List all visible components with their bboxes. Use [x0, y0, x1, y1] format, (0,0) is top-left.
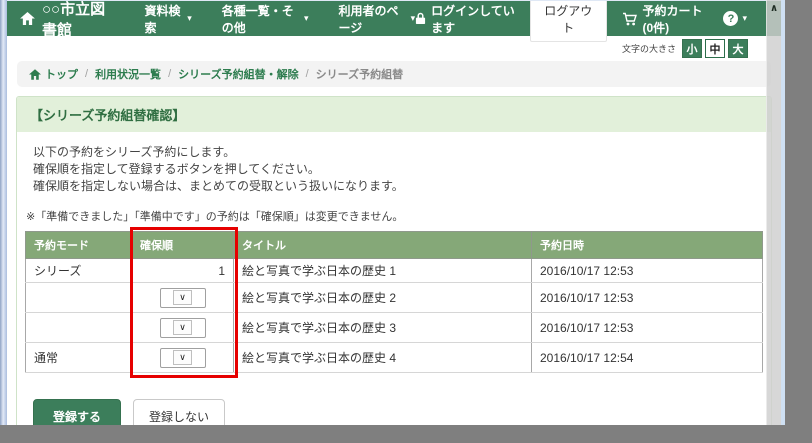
site-title: ○○市立図書館: [42, 0, 118, 40]
site-home-link[interactable]: ○○市立図書館: [20, 0, 118, 40]
cancel-button[interactable]: 登録しない: [133, 399, 225, 425]
datetime-cell: 2016/10/17 12:53: [532, 259, 763, 283]
column-header: 予約モード: [26, 232, 132, 259]
cart-icon: [622, 12, 638, 26]
chevron-down-icon: ∨: [173, 320, 192, 335]
breadcrumb-current: シリーズ予約組替: [316, 66, 403, 82]
help-button[interactable]: ? ▾: [723, 11, 747, 26]
note-text: ※「準備できました」「準備中です」の予約は「確保順」は変更できません。: [26, 208, 763, 224]
table-header-row: 予約モード確保順タイトル予約日時: [26, 232, 763, 259]
text-size-button-中[interactable]: 中: [705, 39, 725, 58]
reservation-table-wrap: 予約モード確保順タイトル予約日時 シリーズ1絵と写真で学ぶ日本の歴史 12016…: [25, 231, 763, 373]
order-cell: ∨: [132, 343, 234, 373]
footer-buttons: 登録する 登録しない: [33, 399, 763, 425]
breadcrumb-link-label: トップ: [45, 66, 78, 82]
nav-menu: 資料検索 ▾ 各種一覧・その他 ▾ 利用者のページ▾: [144, 2, 415, 36]
breadcrumb-link-1[interactable]: トップ: [29, 66, 78, 82]
order-select[interactable]: ∨: [160, 348, 206, 368]
breadcrumb-separator: /: [306, 68, 309, 80]
title-cell: 絵と写真で学ぶ日本の歴史 1: [234, 259, 532, 283]
chevron-down-icon: ▾: [304, 14, 309, 23]
order-select[interactable]: ∨: [160, 318, 206, 338]
breadcrumb-link-3[interactable]: シリーズ予約組替・解除: [178, 66, 298, 82]
order-cell: ∨: [132, 283, 234, 313]
nav-menu-item-2[interactable]: 各種一覧・その他 ▾: [222, 2, 309, 36]
scroll-up-button[interactable]: ∧: [767, 0, 781, 17]
order-value: 1: [140, 264, 225, 278]
home-icon: [29, 69, 41, 80]
login-status: ログインしています: [415, 2, 515, 36]
chevron-up-icon: ∧: [770, 3, 778, 14]
lock-icon: [415, 12, 426, 25]
chevron-down-icon: ▾: [742, 14, 747, 23]
cart-label: 予約カート(0件): [643, 2, 709, 36]
reservation-table: 予約モード確保順タイトル予約日時 シリーズ1絵と写真で学ぶ日本の歴史 12016…: [25, 231, 763, 373]
instruction-line: 以下の予約をシリーズ予約にします。: [33, 144, 763, 161]
table-body: シリーズ1絵と写真で学ぶ日本の歴史 12016/10/17 12:53∨絵と写真…: [26, 259, 763, 373]
top-nav: ○○市立図書館 資料検索▾各種一覧・その他▾利用者のページ▾ ログインしています…: [7, 1, 781, 36]
order-cell: ∨: [132, 313, 234, 343]
order-select[interactable]: ∨: [160, 288, 206, 308]
page-title: 【シリーズ予約組替確認】: [17, 97, 771, 132]
table-row: 通常 ∨ 絵と写真で学ぶ日本の歴史 42016/10/17 12:54: [26, 343, 763, 373]
breadcrumb-link-label: 利用状況一覧: [95, 66, 161, 82]
login-status-label: ログインしています: [431, 2, 515, 36]
order-cell: 1: [132, 259, 234, 283]
mode-cell: シリーズ: [26, 259, 132, 283]
instructions: 以下の予約をシリーズ予約にします。確保順を指定して登録するボタンを押してください…: [33, 144, 763, 195]
reservation-cart-link[interactable]: 予約カート(0件): [622, 2, 709, 36]
text-size-label: 文字の大きさ: [622, 42, 676, 55]
breadcrumb-separator: /: [85, 68, 88, 80]
logout-button[interactable]: ログアウト: [530, 0, 606, 42]
column-header: 予約日時: [532, 232, 763, 259]
column-header: タイトル: [234, 232, 532, 259]
main-panel: 【シリーズ予約組替確認】 以下の予約をシリーズ予約にします。確保順を指定して登録…: [16, 96, 772, 425]
nav-menu-item-label: 資料検索: [144, 2, 182, 36]
breadcrumb: トップ / 利用状況一覧 / シリーズ予約組替・解除 / シリーズ予約組替: [17, 61, 771, 87]
home-icon: [20, 12, 35, 25]
breadcrumb-separator: /: [168, 68, 171, 80]
text-size-button-大[interactable]: 大: [728, 39, 748, 58]
table-row: シリーズ 1 絵と写真で学ぶ日本の歴史 12016/10/17 12:53: [26, 259, 763, 283]
chevron-down-icon: ∨: [173, 350, 192, 365]
datetime-cell: 2016/10/17 12:54: [532, 343, 763, 373]
title-cell: 絵と写真で学ぶ日本の歴史 4: [234, 343, 532, 373]
column-header: 確保順: [132, 232, 234, 259]
window-right-edge: [781, 0, 785, 425]
vertical-scrollbar[interactable]: ∧: [766, 0, 781, 425]
nav-menu-item-label: 利用者のページ: [338, 2, 405, 36]
mode-cell: [26, 313, 132, 343]
mode-cell: [26, 283, 132, 313]
nav-menu-item-1[interactable]: 資料検索 ▾: [144, 2, 191, 36]
table-row: ∨ 絵と写真で学ぶ日本の歴史 32016/10/17 12:53: [26, 313, 763, 343]
window-left-edge: [0, 0, 7, 425]
nav-right-cluster: ログインしています ログアウト 予約カート(0件) ? ▾: [415, 0, 747, 42]
question-icon: ?: [723, 11, 738, 26]
instruction-line: 確保順を指定して登録するボタンを押してください。: [33, 161, 763, 178]
datetime-cell: 2016/10/17 12:53: [532, 313, 763, 343]
instruction-line: 確保順を指定しない場合は、まとめての受取という扱いになります。: [33, 178, 763, 195]
nav-menu-item-3[interactable]: 利用者のページ▾: [338, 2, 415, 36]
browser-page: ○○市立図書館 資料検索▾各種一覧・その他▾利用者のページ▾ ログインしています…: [7, 0, 781, 425]
register-button[interactable]: 登録する: [33, 399, 121, 425]
chevron-down-icon: ∨: [173, 290, 192, 305]
mode-cell: 通常: [26, 343, 132, 373]
title-cell: 絵と写真で学ぶ日本の歴史 3: [234, 313, 532, 343]
breadcrumb-link-label: シリーズ予約組替・解除: [178, 66, 298, 82]
title-cell: 絵と写真で学ぶ日本の歴史 2: [234, 283, 532, 313]
chevron-down-icon: ▾: [187, 14, 192, 23]
panel-body: 以下の予約をシリーズ予約にします。確保順を指定して登録するボタンを押してください…: [17, 132, 771, 425]
text-size-button-小[interactable]: 小: [682, 39, 702, 58]
nav-menu-item-label: 各種一覧・その他: [222, 2, 299, 36]
breadcrumb-link-2[interactable]: 利用状況一覧: [95, 66, 161, 82]
table-row: ∨ 絵と写真で学ぶ日本の歴史 22016/10/17 12:53: [26, 283, 763, 313]
datetime-cell: 2016/10/17 12:53: [532, 283, 763, 313]
